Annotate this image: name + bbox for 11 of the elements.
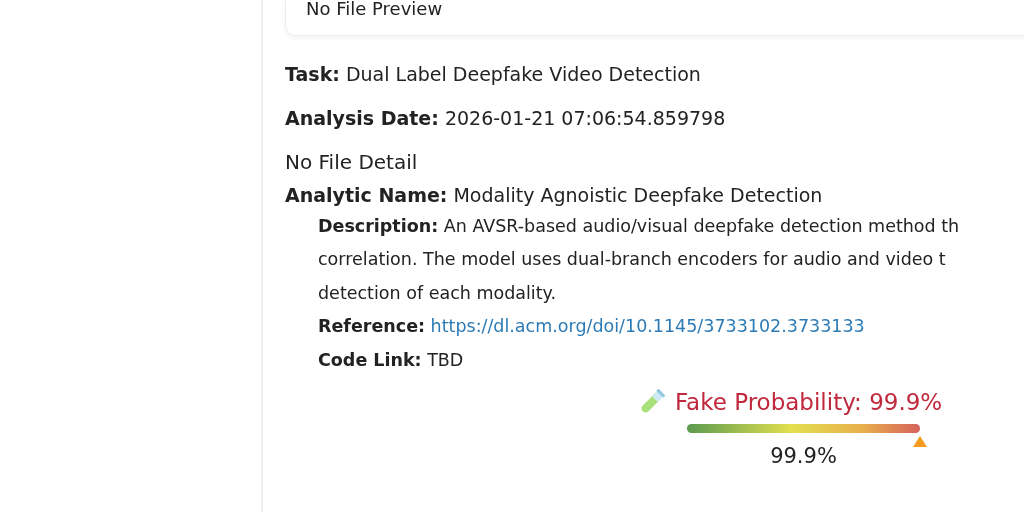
analytic-name-text: Analytic Name: Modality Agnoistic Deepfake Detection xyxy=(285,183,824,208)
preview-text: No File Preview xyxy=(306,0,443,18)
field-text: Task: Dual Label Deepfake Video Detection xyxy=(285,62,702,87)
reference-link[interactable]: https://dl.acm.org/doi/10.1145/3733102.3733133 xyxy=(430,316,865,336)
probability-value: 99.9% xyxy=(770,443,837,468)
code-link-text: Code Link: TBD xyxy=(317,348,465,372)
description-text: Description: An AVSR-based audio/visual deepfake detection method th correlation. The model uses dual-branch encoders for audio and video t detection of each modality. xyxy=(318,214,961,305)
reference-label: Reference: xyxy=(318,316,426,336)
field-text: Analysis Date: 2026-01-21 07:06:54.859798 xyxy=(285,105,727,131)
probability-title: Fake Probability: 99.9% xyxy=(675,388,943,417)
file-detail-text: No File Detail xyxy=(285,149,419,176)
